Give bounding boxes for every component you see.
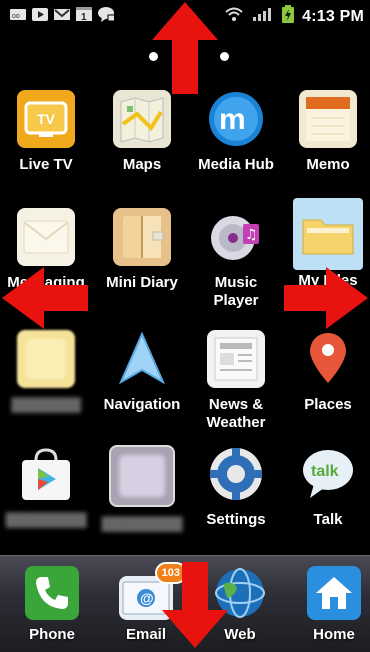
- app-settings[interactable]: Settings: [190, 445, 282, 555]
- home-icon: [307, 566, 361, 620]
- blurred-app-icon: [17, 330, 75, 388]
- app-talk[interactable]: talk Talk: [282, 445, 370, 555]
- app-news-weather[interactable]: News & Weather: [190, 330, 282, 440]
- talk-bubble-icon: talk: [299, 445, 357, 503]
- app-navigation[interactable]: Navigation: [96, 330, 188, 440]
- navigation-arrow-icon: [113, 330, 171, 388]
- play-store-bag-icon: [17, 445, 75, 503]
- phone-icon: [25, 566, 79, 620]
- tv-icon: TV: [17, 90, 75, 148]
- app-media-hub[interactable]: m Media Hub: [190, 90, 282, 200]
- svg-text:talk: talk: [311, 463, 339, 480]
- news-icon: [207, 330, 265, 388]
- svg-text:oo: oo: [12, 13, 20, 20]
- app-music-player[interactable]: ♫ Music Player: [190, 208, 282, 318]
- dock-phone[interactable]: Phone: [6, 566, 98, 652]
- notification-icons: oo 1: [10, 6, 114, 22]
- gmail-icon: [54, 6, 70, 22]
- page-dot: [220, 52, 229, 61]
- map-icon: [113, 90, 171, 148]
- clock: 4:13 PM: [302, 7, 364, 25]
- folder-icon: [293, 198, 363, 270]
- wifi-icon: [224, 6, 244, 27]
- app-blurred-2[interactable]: ▇▇▇▇▇▇▇: [96, 445, 188, 555]
- app-places[interactable]: Places: [282, 330, 370, 440]
- diary-icon: [113, 208, 171, 266]
- dock-home[interactable]: Home: [288, 566, 370, 652]
- battery-charging-icon: [282, 5, 295, 28]
- map-pin-icon: [299, 330, 357, 388]
- app-maps[interactable]: Maps: [96, 90, 188, 200]
- calendar-icon: 1: [76, 6, 92, 22]
- svg-text:♫: ♫: [245, 227, 258, 243]
- app-live-tv[interactable]: TV Live TV: [0, 90, 92, 200]
- app-memo[interactable]: Memo: [282, 90, 370, 200]
- app-play-store[interactable]: ▇▇▇▇▇▇▇: [0, 445, 92, 555]
- talk-icon: [98, 6, 114, 22]
- gear-icon: [207, 445, 265, 503]
- envelope-icon: [17, 208, 75, 266]
- arrow-up-icon: [152, 2, 218, 94]
- voicemail-icon: oo: [10, 6, 26, 22]
- svg-text:@: @: [140, 590, 154, 606]
- svg-text:TV: TV: [37, 111, 56, 127]
- system-indicators: 4:13 PM: [224, 5, 364, 28]
- arrow-left-icon: [2, 267, 88, 329]
- app-blurred-1[interactable]: ▇▇▇▇▇▇: [0, 330, 92, 440]
- svg-text:1: 1: [81, 12, 87, 22]
- memo-icon: [299, 90, 357, 148]
- app-mini-diary[interactable]: Mini Diary: [96, 208, 188, 318]
- blurred-app-icon: [109, 445, 175, 507]
- media-hub-icon: m: [207, 90, 265, 148]
- music-disc-icon: ♫: [207, 208, 265, 266]
- arrow-right-icon: [284, 267, 368, 329]
- youtube-icon: [32, 6, 48, 22]
- signal-icon: [252, 6, 274, 27]
- arrow-down-icon: [162, 562, 228, 648]
- svg-text:m: m: [219, 103, 246, 136]
